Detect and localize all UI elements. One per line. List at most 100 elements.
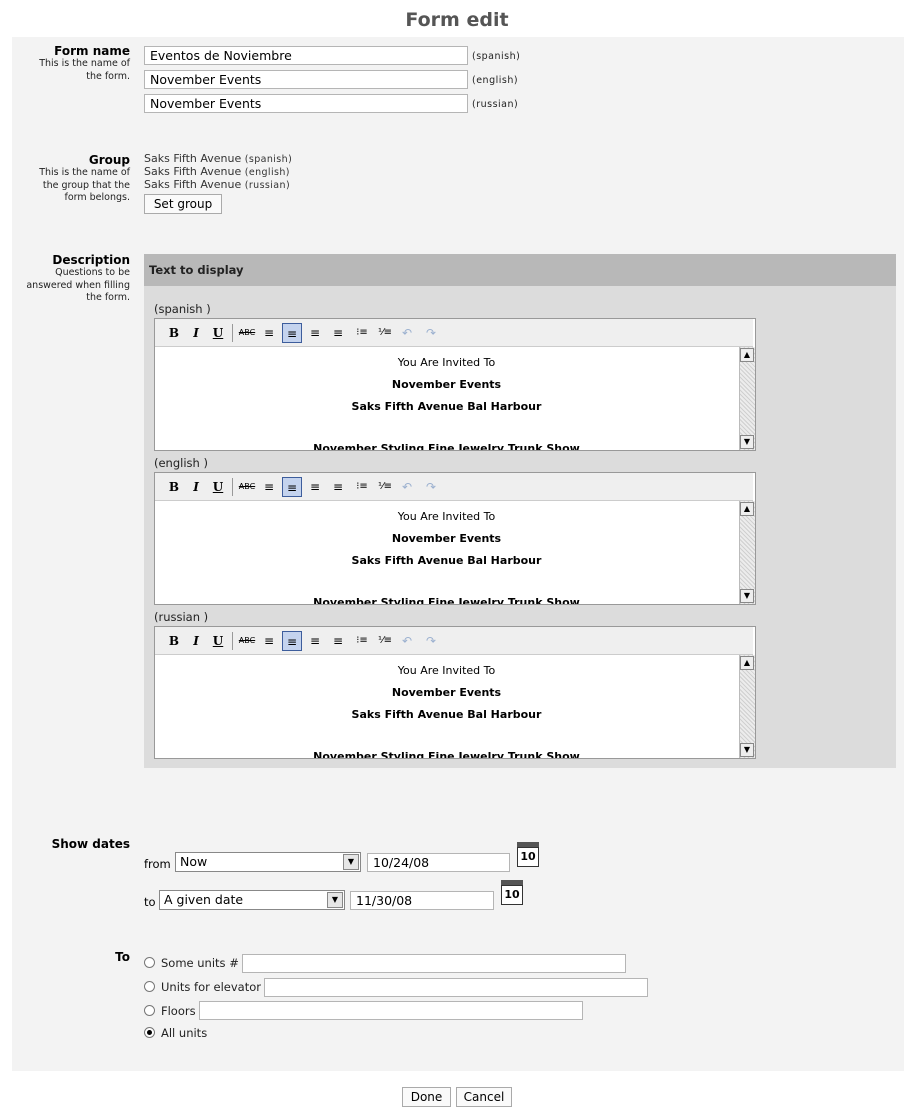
strikethrough-button[interactable]: ABC	[237, 631, 257, 651]
align-justify-icon[interactable]: ≡	[328, 477, 348, 497]
radio-floors[interactable]	[144, 1005, 155, 1016]
undo-icon[interactable]: ↶	[397, 477, 417, 497]
form-name-input-russian[interactable]: November Events	[144, 94, 468, 113]
bold-button[interactable]: B	[164, 631, 184, 651]
description-box-title: Text to display	[149, 263, 244, 277]
calendar-icon[interactable]: 10	[501, 880, 523, 905]
bold-button[interactable]: B	[164, 477, 184, 497]
scroll-up-icon[interactable]: ▲	[740, 656, 754, 670]
group-lang: (english)	[244, 167, 290, 178]
scroll-down-icon[interactable]: ▼	[740, 589, 754, 603]
editor-text-line: Saks Fifth Avenue Bal Harbour	[351, 554, 542, 567]
to-select[interactable]: A given date ▼	[159, 890, 345, 910]
radio-units-elevator[interactable]	[144, 981, 155, 992]
align-right-icon[interactable]: ≡	[305, 477, 325, 497]
align-center-icon[interactable]: ≡	[282, 631, 302, 651]
redo-icon[interactable]: ↷	[421, 631, 441, 651]
units-elevator-input[interactable]	[264, 978, 648, 997]
toolbar-separator	[232, 324, 233, 342]
underline-button[interactable]: U	[208, 323, 228, 343]
undo-icon[interactable]: ↶	[397, 323, 417, 343]
group-name: Saks Fifth Avenue	[144, 178, 242, 191]
align-center-icon[interactable]: ≡	[282, 323, 302, 343]
editor-text-line: November Events	[391, 532, 502, 545]
group-label-block: Group This is the name of the group that…	[12, 153, 130, 205]
underline-button[interactable]: U	[208, 631, 228, 651]
lang-tag-russian: (russian)	[472, 99, 519, 110]
rich-text-editor[interactable]: B I U ABC ≡ ≡ ≡ ≡ ⁝≡ ⅟≡ ↶ ↷ You Are Invited To Novemb…	[154, 472, 756, 605]
align-left-icon[interactable]: ≡	[259, 631, 279, 651]
description-box: Text to display (spanish ) B I U ABC ≡ ≡ ≡ ≡ ⁝≡ ⅟≡…	[144, 254, 896, 768]
editor-text-line: November Styling Fine Jewelry Trunk Show	[313, 442, 580, 450]
numbered-list-icon[interactable]: ⅟≡	[375, 323, 395, 343]
bullet-list-icon[interactable]: ⁝≡	[352, 477, 372, 497]
editor-scrollbar[interactable]: ▲ ▼	[739, 347, 755, 450]
radio-label: Floors	[161, 1004, 196, 1018]
editor-toolbar: B I U ABC ≡ ≡ ≡ ≡ ⁝≡ ⅟≡ ↶ ↷	[155, 473, 753, 501]
chevron-down-icon[interactable]: ▼	[343, 854, 359, 870]
some-units-input[interactable]	[242, 954, 626, 973]
radio-some-units[interactable]	[144, 957, 155, 968]
bullet-list-icon[interactable]: ⁝≡	[352, 631, 372, 651]
scroll-down-icon[interactable]: ▼	[740, 435, 754, 449]
floors-input[interactable]	[199, 1001, 583, 1020]
set-group-button[interactable]: Set group	[144, 194, 222, 214]
scroll-down-icon[interactable]: ▼	[740, 743, 754, 757]
radio-label: Some units #	[161, 956, 239, 970]
to-date-label: to	[144, 895, 156, 909]
toolbar-separator	[232, 632, 233, 650]
rich-text-editor[interactable]: B I U ABC ≡ ≡ ≡ ≡ ⁝≡ ⅟≡ ↶ ↷ You Are Invited To Novemb…	[154, 626, 756, 759]
numbered-list-icon[interactable]: ⅟≡	[375, 631, 395, 651]
align-center-icon[interactable]: ≡	[282, 477, 302, 497]
from-select[interactable]: Now ▼	[175, 852, 361, 872]
undo-icon[interactable]: ↶	[397, 631, 417, 651]
bullet-list-icon[interactable]: ⁝≡	[352, 323, 372, 343]
form-name-label: Form name	[54, 44, 130, 58]
calendar-icon[interactable]: 10	[517, 842, 539, 867]
underline-button[interactable]: U	[208, 477, 228, 497]
editor-text-line: You Are Invited To	[397, 356, 496, 369]
done-button[interactable]: Done	[402, 1087, 451, 1107]
show-dates-label: Show dates	[51, 837, 130, 851]
strikethrough-button[interactable]: ABC	[237, 323, 257, 343]
italic-button[interactable]: I	[186, 323, 206, 343]
description-help: Questions to be	[55, 267, 130, 278]
editor-text-line: November Events	[391, 686, 502, 699]
align-left-icon[interactable]: ≡	[259, 477, 279, 497]
to-date-input[interactable]: 11/30/08	[350, 891, 494, 910]
align-justify-icon[interactable]: ≡	[328, 631, 348, 651]
align-right-icon[interactable]: ≡	[305, 323, 325, 343]
italic-button[interactable]: I	[186, 631, 206, 651]
align-right-icon[interactable]: ≡	[305, 631, 325, 651]
cancel-button[interactable]: Cancel	[456, 1087, 512, 1107]
chevron-down-icon[interactable]: ▼	[327, 892, 343, 908]
editor-content[interactable]: You Are Invited To November Events Saks Fi…	[155, 655, 738, 758]
editor-toolbar: B I U ABC ≡ ≡ ≡ ≡ ⁝≡ ⅟≡ ↶ ↷	[155, 627, 753, 655]
form-name-input-spanish[interactable]: Eventos de Noviembre	[144, 46, 468, 65]
italic-button[interactable]: I	[186, 477, 206, 497]
from-date-input[interactable]: 10/24/08	[367, 853, 510, 872]
bold-button[interactable]: B	[164, 323, 184, 343]
description-label: Description	[52, 253, 130, 267]
scroll-up-icon[interactable]: ▲	[740, 502, 754, 516]
rich-text-editor[interactable]: B I U ABC ≡ ≡ ≡ ≡ ⁝≡ ⅟≡ ↶ ↷ You Are Invited To Novemb…	[154, 318, 756, 451]
description-help: the form.	[86, 292, 130, 303]
scroll-up-icon[interactable]: ▲	[740, 348, 754, 362]
form-name-input-english[interactable]: November Events	[144, 70, 468, 89]
strikethrough-button[interactable]: ABC	[237, 477, 257, 497]
numbered-list-icon[interactable]: ⅟≡	[375, 477, 395, 497]
editor-content[interactable]: You Are Invited To November Events Saks Fi…	[155, 501, 738, 604]
redo-icon[interactable]: ↷	[421, 323, 441, 343]
radio-all-units[interactable]	[144, 1027, 155, 1038]
calendar-day: 10	[501, 885, 523, 905]
align-justify-icon[interactable]: ≡	[328, 323, 348, 343]
align-left-icon[interactable]: ≡	[259, 323, 279, 343]
redo-icon[interactable]: ↷	[421, 477, 441, 497]
editor-text-line: Saks Fifth Avenue Bal Harbour	[351, 400, 542, 413]
editor-content[interactable]: You Are Invited To November Events Saks Fi…	[155, 347, 738, 450]
editor-scrollbar[interactable]: ▲ ▼	[739, 501, 755, 604]
editor-scrollbar[interactable]: ▲ ▼	[739, 655, 755, 758]
editor-text-line: You Are Invited To	[397, 664, 496, 677]
editor-text-line: You Are Invited To	[397, 510, 496, 523]
to-label-block: To	[12, 950, 130, 964]
